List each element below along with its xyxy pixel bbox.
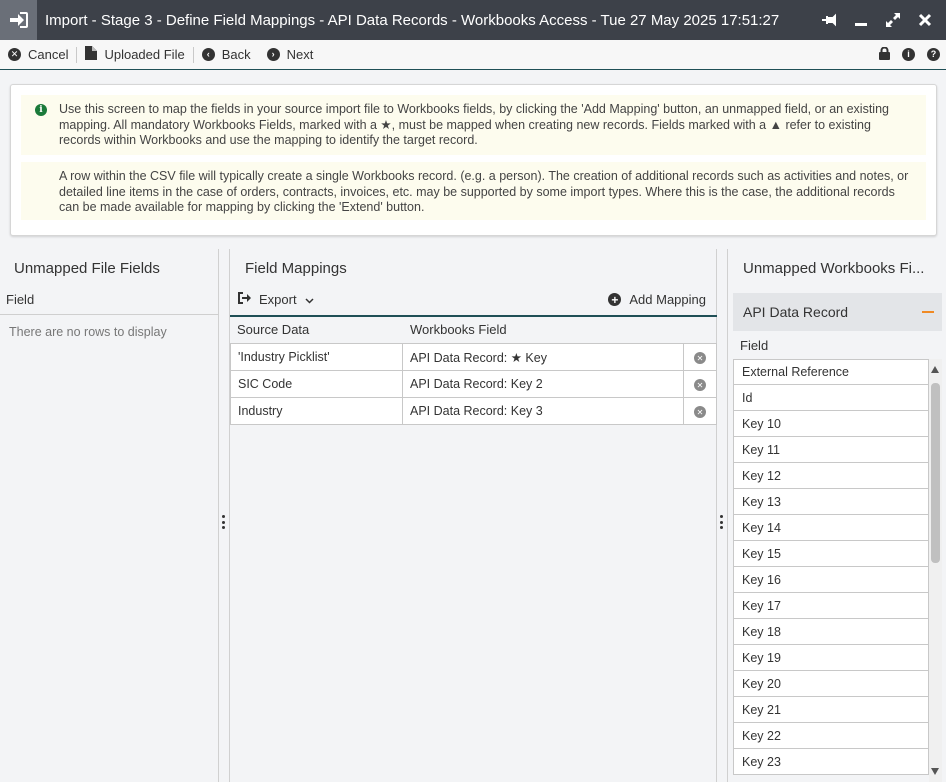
export-icon (237, 292, 251, 307)
minimize-icon[interactable] (852, 11, 870, 29)
unmapped-workbooks-fields-title: Unmapped Workbooks Fi... (743, 260, 925, 277)
lock-icon[interactable] (879, 46, 890, 63)
back-label: Back (221, 47, 251, 62)
list-item[interactable]: External Reference (733, 359, 929, 385)
export-button[interactable]: Export (237, 292, 314, 307)
toolbar: ✕ Cancel Uploaded File ‹ Back › Next i ? (0, 40, 946, 70)
field-mappings-title: Field Mappings (245, 260, 347, 277)
unmapped-workbooks-fields-panel: Unmapped Workbooks Fi... API Data Record… (727, 249, 946, 782)
header-divider (0, 314, 219, 315)
left-resize-handle[interactable] (222, 515, 226, 529)
close-icon[interactable] (916, 11, 934, 29)
chevron-right-icon: › (266, 48, 280, 61)
group-label: API Data Record (743, 304, 849, 320)
cancel-label: Cancel (28, 47, 69, 62)
import-app-icon (0, 0, 37, 40)
unmapped-file-fields-panel: Unmapped File Fields Field There are no … (0, 249, 219, 782)
table-row[interactable]: SIC Code API Data Record: Key 2 ✕ (230, 370, 717, 398)
workbooks-field-list: External Reference Id Key 10 Key 11 Key … (733, 359, 929, 775)
table-row[interactable]: 'Industry Picklist' API Data Record: ★ K… (230, 343, 717, 371)
instructions-text: Use this screen to map the fields in you… (59, 102, 889, 147)
info-circle-icon: i (35, 104, 47, 116)
field-mappings-panel: Field Mappings Export + Add Mapping Sour… (229, 249, 717, 782)
collapse-icon[interactable] (922, 311, 934, 313)
list-item[interactable]: Key 13 (733, 489, 929, 515)
remove-mapping-icon[interactable]: ✕ (694, 406, 706, 419)
scroll-down-arrow-icon[interactable] (931, 768, 939, 775)
empty-message: There are no rows to display (9, 325, 167, 339)
help-icon[interactable]: ? (927, 48, 940, 61)
add-mapping-label: Add Mapping (629, 292, 706, 307)
list-item[interactable]: Key 10 (733, 411, 929, 437)
source-cell[interactable]: 'Industry Picklist' (230, 343, 403, 371)
list-item[interactable]: Key 18 (733, 619, 929, 645)
field-list-scrollbar[interactable] (929, 359, 942, 782)
list-item[interactable]: Key 12 (733, 463, 929, 489)
back-button[interactable]: ‹ Back (194, 44, 259, 66)
list-item[interactable]: Key 17 (733, 593, 929, 619)
table-row[interactable]: Industry API Data Record: Key 3 ✕ (230, 397, 717, 425)
file-icon (85, 46, 98, 63)
cancel-icon: ✕ (8, 48, 21, 61)
unmapped-file-fields-title: Unmapped File Fields (14, 260, 160, 277)
api-data-record-group[interactable]: API Data Record (733, 293, 942, 331)
target-cell[interactable]: API Data Record: Key 3 (402, 397, 684, 425)
chevron-down-icon (305, 292, 314, 307)
cancel-button[interactable]: ✕ Cancel (0, 44, 76, 66)
list-item[interactable]: Key 23 (733, 749, 929, 775)
pin-icon[interactable] (820, 11, 838, 29)
plus-circle-icon: + (608, 293, 622, 306)
list-item[interactable]: Key 11 (733, 437, 929, 463)
add-mapping-button[interactable]: + Add Mapping (608, 292, 706, 307)
list-item[interactable]: Id (733, 385, 929, 411)
remove-mapping-icon[interactable]: ✕ (694, 352, 706, 365)
scroll-up-arrow-icon[interactable] (931, 366, 939, 373)
toolbar-rule (230, 315, 717, 317)
scroll-thumb[interactable] (931, 383, 940, 563)
instructions-note: Use this screen to map the fields in you… (21, 95, 926, 155)
list-item[interactable]: Key 20 (733, 671, 929, 697)
info-icon[interactable]: i (902, 48, 915, 61)
field-column-header: Field (740, 338, 769, 353)
list-item[interactable]: Key 16 (733, 567, 929, 593)
next-button[interactable]: › Next (259, 44, 322, 66)
source-cell[interactable]: Industry (230, 397, 403, 425)
records-note: A row within the CSV file will typically… (21, 162, 926, 220)
uploaded-file-button[interactable]: Uploaded File (77, 44, 192, 66)
export-label: Export (259, 292, 297, 307)
right-resize-handle[interactable] (720, 515, 724, 529)
list-item[interactable]: Key 14 (733, 515, 929, 541)
uploaded-file-label: Uploaded File (104, 47, 185, 62)
remove-mapping-icon[interactable]: ✕ (694, 379, 706, 392)
list-item[interactable]: Key 15 (733, 541, 929, 567)
mappings-table: 'Industry Picklist' API Data Record: ★ K… (230, 343, 717, 425)
records-text: A row within the CSV file will typically… (59, 169, 909, 214)
next-label: Next (286, 47, 314, 62)
list-item[interactable]: Key 22 (733, 723, 929, 749)
maximize-icon[interactable] (884, 11, 902, 29)
source-cell[interactable]: SIC Code (230, 370, 403, 398)
list-item[interactable]: Key 19 (733, 645, 929, 671)
workbooks-field-column-header: Workbooks Field (410, 322, 507, 337)
target-cell[interactable]: API Data Record: ★ Key (402, 343, 684, 371)
field-column-header: Field (6, 292, 35, 307)
instructions-panel: Use this screen to map the fields in you… (10, 84, 937, 236)
source-data-column-header: Source Data (237, 322, 310, 337)
chevron-left-icon: ‹ (201, 48, 215, 61)
window-titlebar: Import - Stage 3 - Define Field Mappings… (0, 0, 946, 40)
list-item[interactable]: Key 21 (733, 697, 929, 723)
target-cell[interactable]: API Data Record: Key 2 (402, 370, 684, 398)
window-title: Import - Stage 3 - Define Field Mappings… (45, 11, 780, 29)
